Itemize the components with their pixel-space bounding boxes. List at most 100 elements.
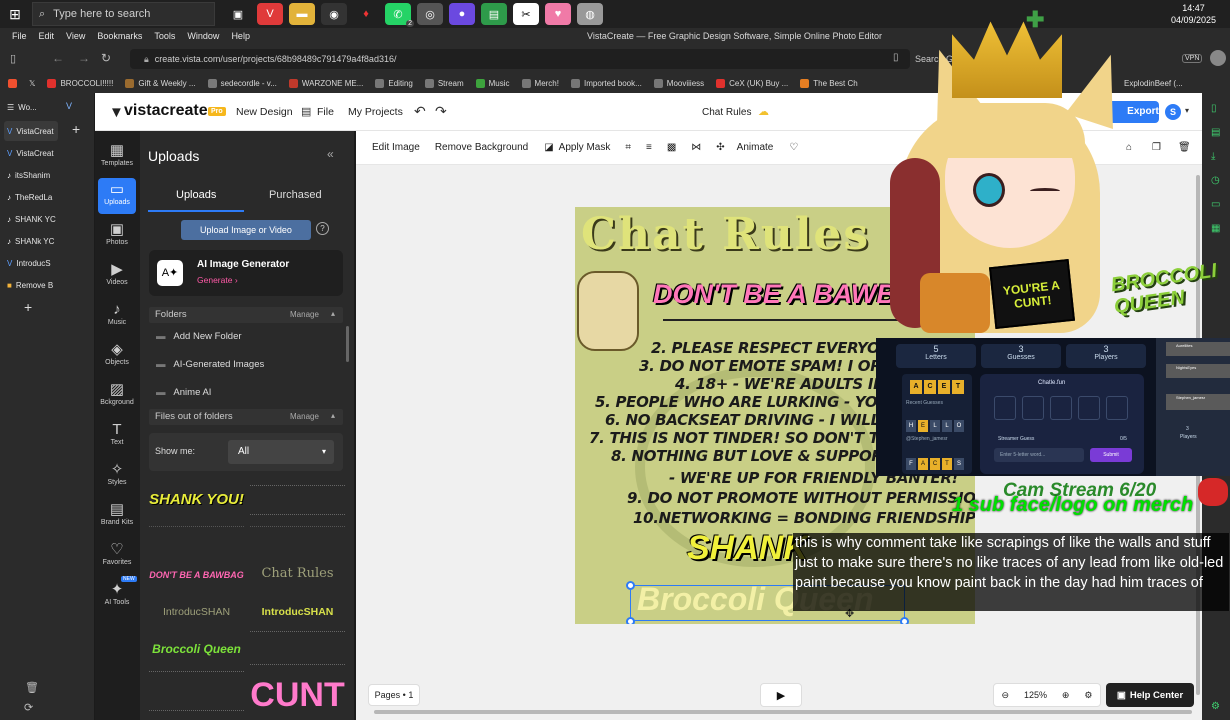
play-button[interactable]: ▶ [760,683,802,707]
back-icon[interactable]: ← [52,51,64,65]
download-icon[interactable]: ⤓ [1211,151,1215,162]
bookmark-item-right[interactable]: ExplodinBeef (... [1124,79,1183,88]
shank-text[interactable]: SHANK [687,529,808,568]
files-manage-button[interactable]: Manage [290,412,319,421]
crop-icon[interactable]: ⌗ [625,142,631,153]
upload-thumb[interactable]: IntroducSHAN [149,601,244,623]
sheets-icon[interactable]: ▤ [481,3,507,25]
new-design-button[interactable]: New Design [236,106,293,118]
rail-uploads[interactable]: ▭ Uploads [98,178,136,214]
forward-icon[interactable]: → [78,51,90,65]
redo-icon[interactable]: ↷ [435,103,447,120]
rail-photos[interactable]: ▣ Photos [98,218,136,254]
character-sticker[interactable] [577,271,639,351]
sidebar-app-icon[interactable]: ▦ [1211,223,1220,234]
apply-mask-button[interactable]: Apply Mask [559,142,611,153]
artboard-title[interactable]: Chat Rules [581,209,870,260]
sidebar-app-icon[interactable]: ▤ [1211,127,1220,138]
ai-image-generator-card[interactable]: A✦ AI Image Generator Generate › [149,250,343,296]
bookmark-item[interactable]: Gift & Weekly ... [125,79,196,88]
heart-app-icon[interactable]: ♥ [545,3,571,25]
upload-thumb[interactable]: CUNT [250,671,345,720]
upload-thumb[interactable]: SHANK YOU! [149,483,244,517]
upload-thumb[interactable] [149,671,244,711]
help-center-button[interactable]: ▣ Help Center [1106,683,1194,707]
zoom-in-icon[interactable]: ⊕ [1062,690,1070,701]
vista-pinned-icon[interactable]: V [66,101,72,111]
rail-videos[interactable]: ▶ Videos [98,258,136,294]
tab-introducs[interactable]: V IntroducS [4,253,58,273]
upload-button[interactable]: Upload Image or Video [181,220,311,240]
tab-theredla[interactable]: ♪ TheRedLa [4,187,58,207]
x-twitter-icon[interactable] [8,79,17,88]
bookmark-item[interactable]: Music [475,79,510,88]
zoom-out-icon[interactable]: ⊖ [1001,690,1009,701]
profile-icon[interactable] [1210,50,1226,66]
folder-item[interactable]: ▬ Anime AI [156,387,211,398]
rail-templates[interactable]: ▦ Templates [98,139,136,175]
menu-help[interactable]: Help [231,31,250,41]
tab-shank-1[interactable]: ♪ SHANK YC [4,209,58,229]
my-projects-button[interactable]: My Projects [348,106,403,118]
zoom-level[interactable]: 125% [1024,690,1047,700]
resize-handle[interactable] [900,617,909,624]
file-menu-button[interactable]: File [317,106,334,118]
undo-icon[interactable]: ↶ [414,103,426,120]
history-icon[interactable]: ◷ [1211,175,1220,186]
tab-vistacreate-2[interactable]: V VistaCreat [4,143,58,163]
user-avatar[interactable]: S [1165,104,1181,120]
animate-button[interactable]: Animate [737,142,774,153]
rail-favorites[interactable]: ♡ Favorites [98,538,136,574]
workspace-tab[interactable]: ☰ Wo... [4,97,58,117]
vivaldi-icon[interactable]: V [257,3,283,25]
bookmark-item[interactable]: Stream [424,79,464,88]
bookmark-item[interactable]: Imported book... [570,79,642,88]
file-explorer-icon[interactable]: ▬ [289,3,315,25]
menu-bookmarks[interactable]: Bookmarks [97,31,142,41]
sidebar-app-icon[interactable]: ▯ [1211,103,1217,114]
panel-toggle-icon[interactable]: ▯ [10,52,16,65]
upload-thumb[interactable]: DON'T BE A BAWBAG [149,565,244,585]
tab-shank-2[interactable]: ♪ SHANk YC [4,231,58,251]
tab-itsshanim[interactable]: ♪ itsShanim [4,165,58,185]
rail-music[interactable]: ♪ Music [98,298,136,334]
canvas-hscrollbar[interactable] [374,710,1192,714]
upload-thumb[interactable] [250,485,345,515]
ai-generate-link[interactable]: Generate › [197,275,238,285]
menu-tools[interactable]: Tools [154,31,175,41]
menu-window[interactable]: Window [187,31,219,41]
menu-view[interactable]: View [66,31,85,41]
url-field[interactable]: 🔒︎ create.vista.com/user/projects/68b984… [130,49,910,69]
bookmark-item[interactable]: CeX (UK) Buy ... [716,79,788,88]
doc-title[interactable]: Chat Rules [702,107,751,118]
bookmark-item[interactable]: Merch! [521,79,559,88]
tab-vistacreate-1[interactable]: V VistaCreat [4,121,58,141]
folders-manage-button[interactable]: Manage [290,310,319,319]
remove-background-button[interactable]: Remove Background [435,142,528,153]
sidebar-app-icon[interactable]: ▭ [1211,199,1220,210]
heart-icon[interactable]: ♡ [789,142,798,153]
sync-icon[interactable]: ⟳ [24,701,33,714]
gear-icon[interactable]: ⚙ [1084,690,1092,701]
show-me-select[interactable]: All ▾ [228,440,334,464]
help-icon[interactable]: ? [316,222,329,235]
resize-handle[interactable] [626,581,635,590]
messenger-icon[interactable]: ● [449,3,475,25]
tab-purchased[interactable]: Purchased [269,189,322,201]
app-icon[interactable]: ◍ [577,3,603,25]
bookmark-item[interactable]: Editing [375,79,413,88]
upload-thumb[interactable]: Chat Rules [250,563,345,585]
duplicate-icon[interactable]: ❐ [1152,142,1161,153]
x-icon[interactable]: 𝕏 [29,79,35,88]
transparency-icon[interactable]: ▩ [667,142,676,153]
tab-remove-bg[interactable]: ■ Remove B [4,275,58,295]
bookmark-item[interactable]: The Best Ch [800,79,858,88]
align-icon[interactable]: ≡ [646,142,652,153]
app-icon[interactable]: ◉ [321,3,347,25]
tab-uploads[interactable]: Uploads [176,189,216,201]
rail-text[interactable]: T Text [98,418,136,454]
reload-icon[interactable]: ↻ [101,51,111,65]
delete-icon[interactable]: 🗑︎ [1178,142,1191,153]
chevron-down-icon[interactable]: ▾ [1185,106,1189,115]
collapse-panel-icon[interactable]: « [327,147,334,161]
